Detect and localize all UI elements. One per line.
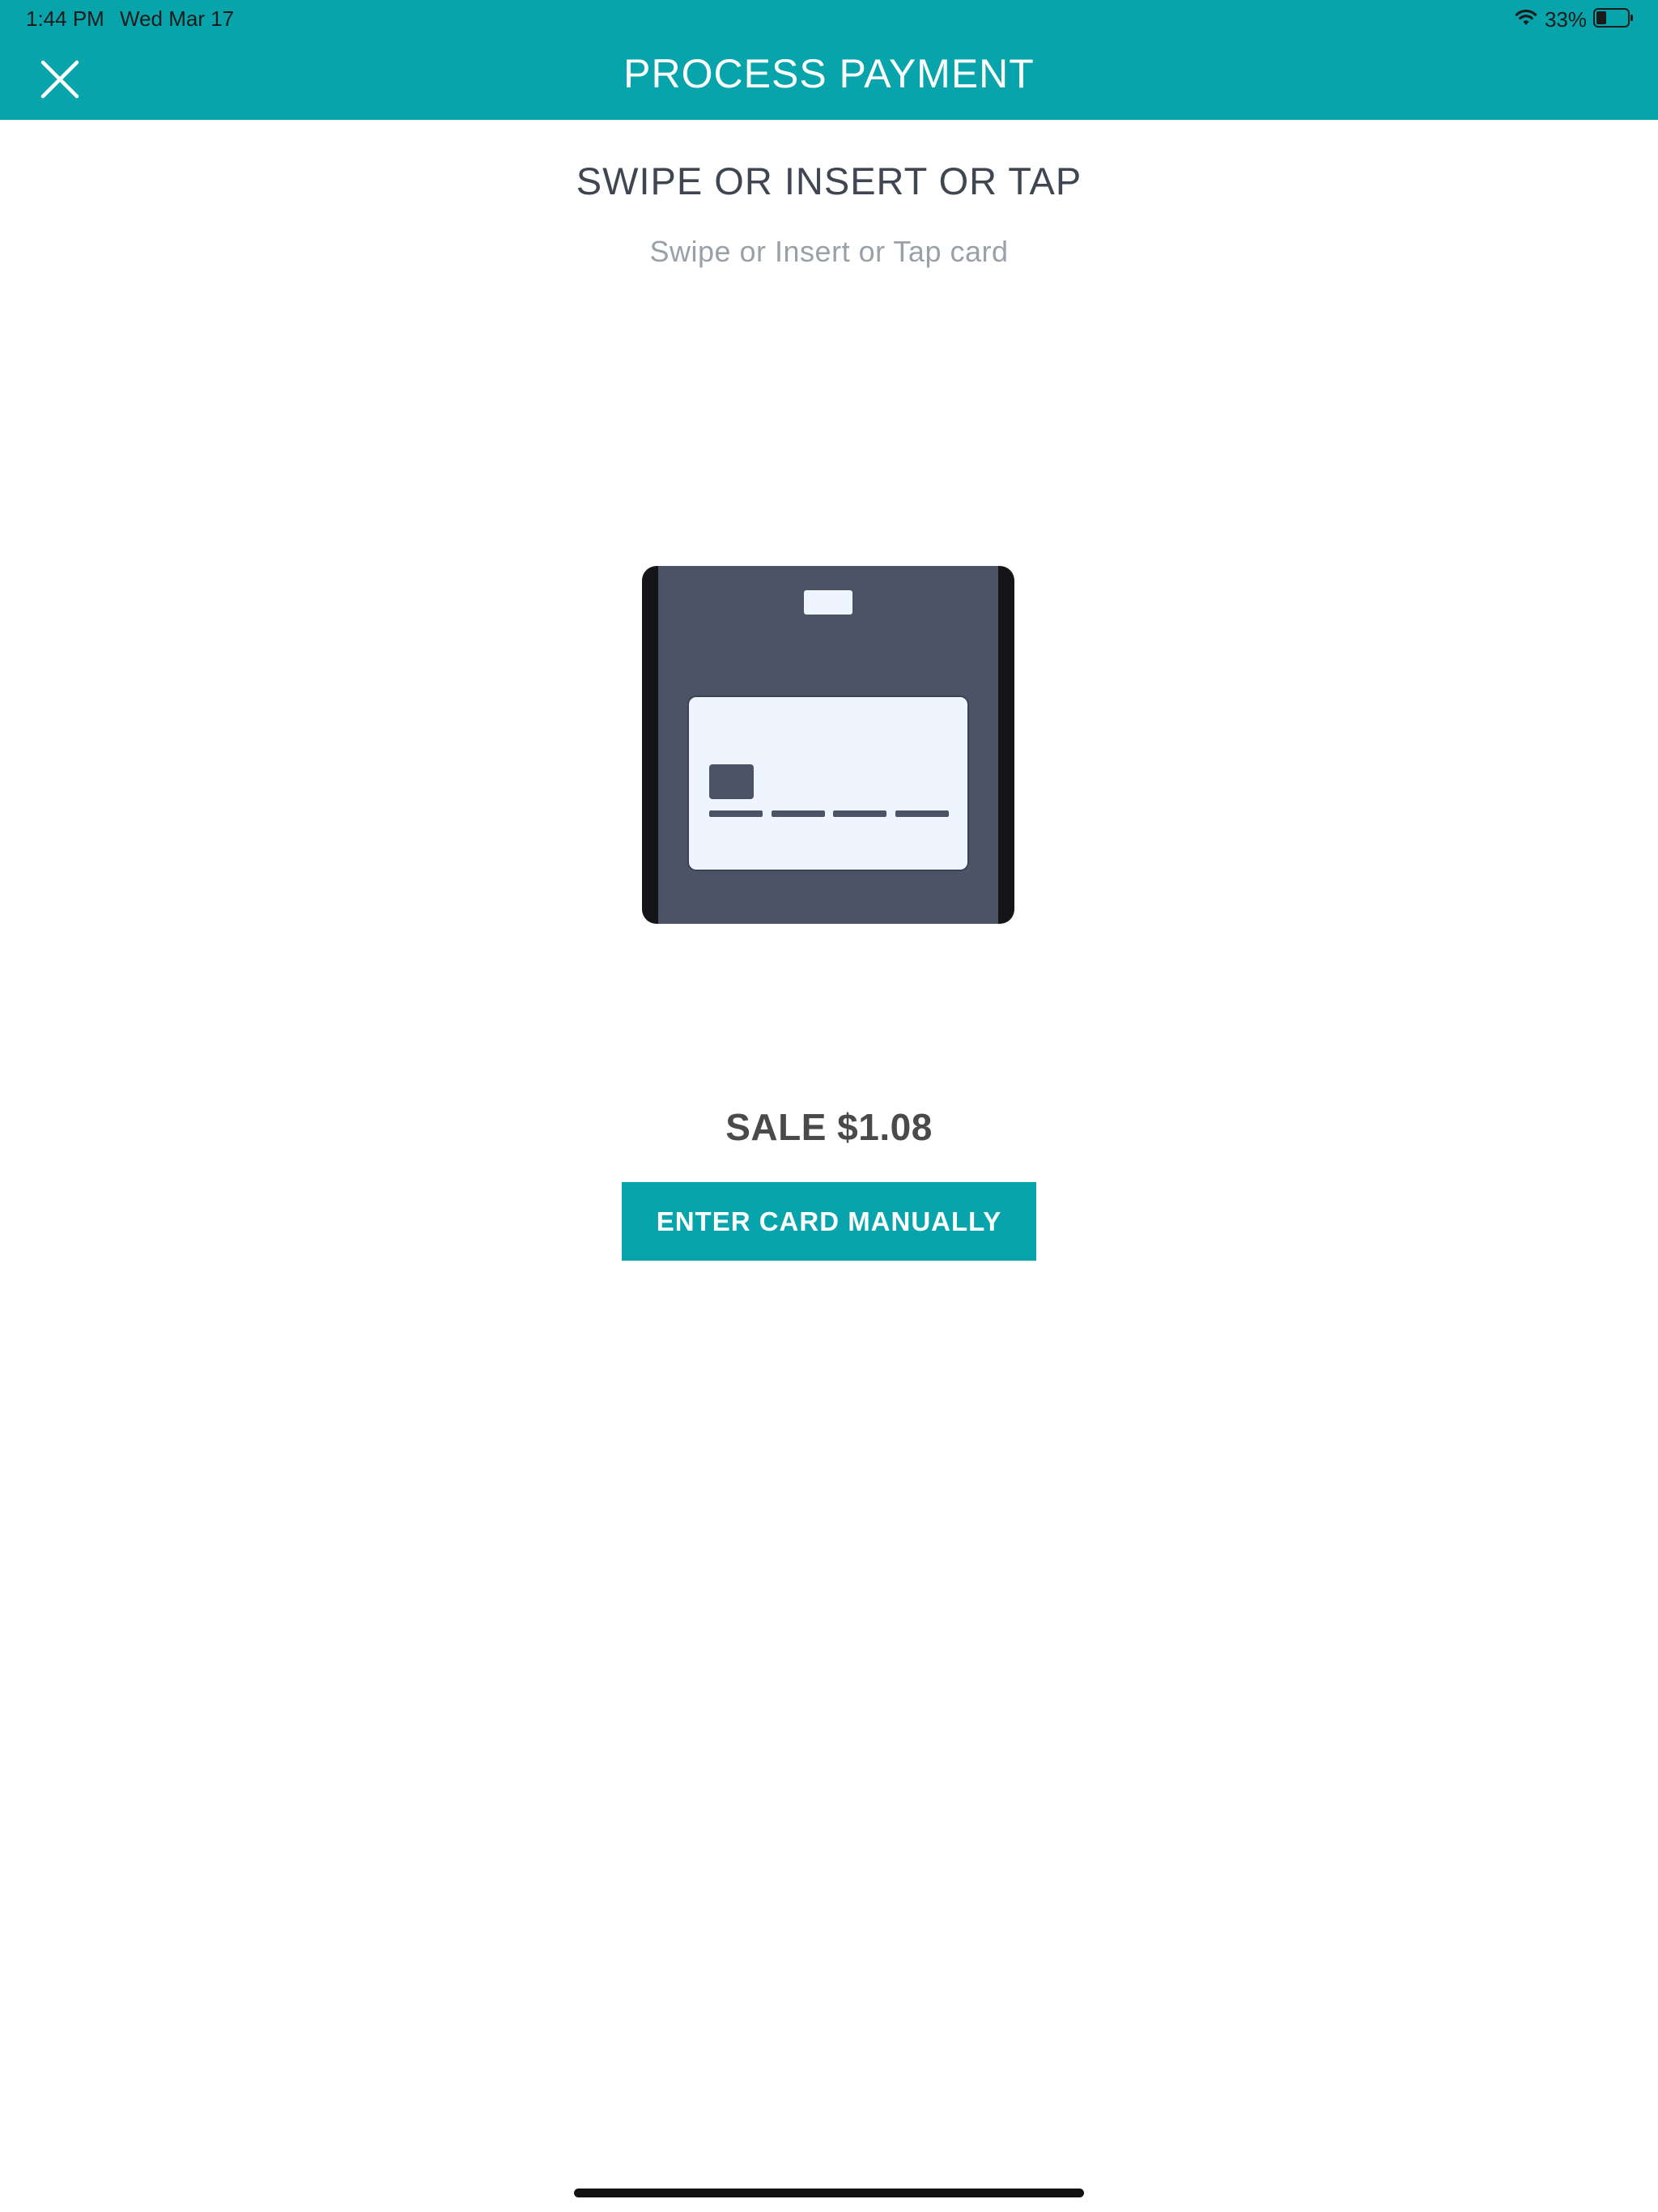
status-bar-right: 33% xyxy=(1514,5,1634,34)
wifi-icon xyxy=(1514,8,1538,32)
sale-amount: SALE $1.08 xyxy=(725,1106,933,1148)
page-title: PROCESS PAYMENT xyxy=(623,51,1035,96)
status-date: Wed Mar 17 xyxy=(120,6,235,31)
battery-icon xyxy=(1593,7,1634,32)
battery-percent: 33% xyxy=(1544,6,1587,32)
prompt-subtitle: Swipe or Insert or Tap card xyxy=(649,235,1009,268)
enter-card-manually-button[interactable]: ENTER CARD MANUALLY xyxy=(622,1182,1036,1261)
app-header: 1:44 PM Wed Mar 17 33% PROCESS PAYMENT xyxy=(0,0,1658,120)
home-indicator[interactable] xyxy=(574,2189,1084,2197)
prompt-title: SWIPE OR INSERT OR TAP xyxy=(576,160,1082,202)
status-time: 1:44 PM xyxy=(26,6,104,31)
card-reader-icon xyxy=(642,566,1014,924)
